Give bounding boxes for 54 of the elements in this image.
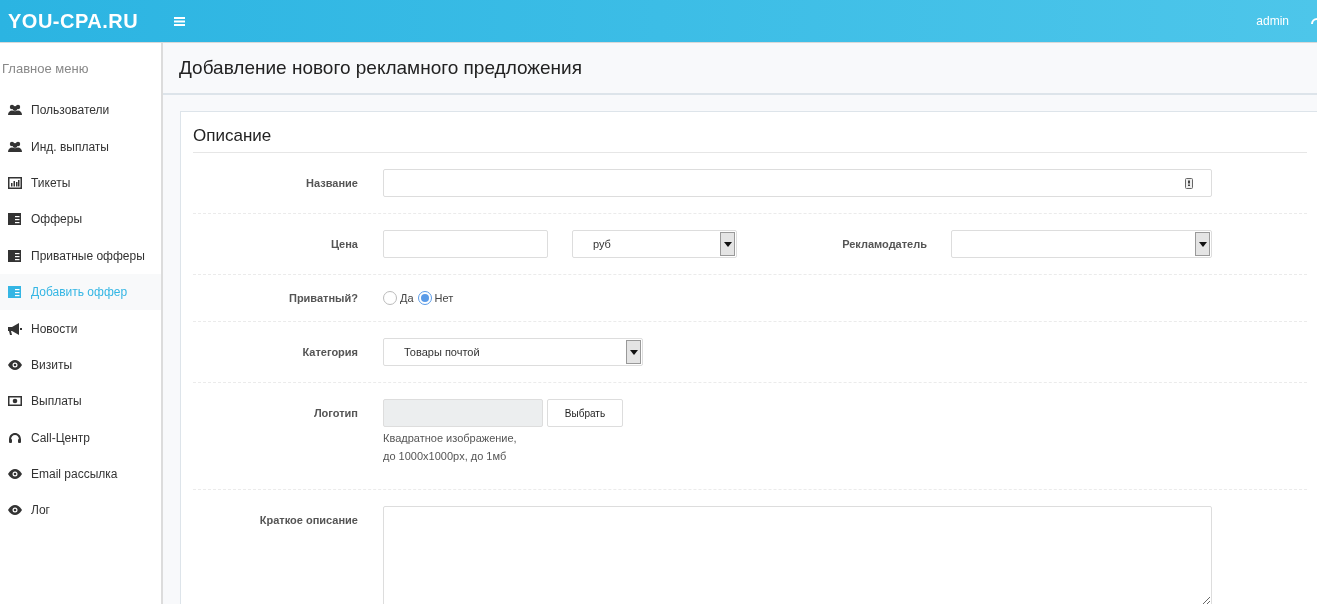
radio-option[interactable]: Нет (417, 291, 454, 305)
sidebar-item[interactable]: Email рассылка (0, 455, 161, 493)
radio-button[interactable] (417, 291, 432, 305)
eye-icon (8, 504, 22, 517)
sidebar-item[interactable]: Тикеты (0, 164, 161, 202)
field-label: Логотип (312, 407, 358, 419)
sidebar-heading: Главное меню (1, 60, 90, 78)
field-label: Название (305, 177, 358, 189)
radio-label: Нет (434, 292, 454, 304)
page-title: Добавление нового рекламного предложения (163, 43, 1317, 95)
list-icon (8, 213, 22, 226)
list-icon (8, 286, 22, 299)
field-label: Краткое описание (258, 514, 358, 526)
caret-icon[interactable] (1195, 232, 1210, 256)
sidebar-item[interactable]: Приватные офферы (0, 237, 161, 274)
list-icon (8, 249, 22, 262)
megaphone-icon (8, 322, 22, 335)
eye-icon (8, 358, 22, 371)
sidebar-item[interactable]: Пользователи (0, 92, 161, 129)
currency-select[interactable]: руб (572, 230, 737, 258)
radio-button[interactable] (383, 291, 397, 305)
field-label: Категория (301, 346, 358, 358)
choose-button[interactable]: Выбрать (547, 399, 623, 427)
hint-text: до 1000x1000px, до 1мб (383, 449, 508, 464)
caret-icon[interactable] (720, 232, 735, 256)
section-title: Описание (193, 126, 1307, 153)
description-textarea[interactable] (383, 506, 1212, 604)
sidebar-item[interactable]: Выплаты (0, 383, 161, 420)
field-label: Рекламодатель (841, 238, 927, 250)
contact-card-icon (1185, 177, 1193, 189)
sidebar-item[interactable]: Визиты (0, 346, 161, 384)
name-input[interactable] (383, 169, 1212, 197)
hint-text: Квадратное изображение, (383, 431, 518, 446)
category-select[interactable]: Товары почтой (383, 338, 643, 366)
radio-label: Да (400, 292, 414, 304)
sidebar-item[interactable]: Офферы (0, 201, 161, 238)
caret-icon[interactable] (626, 340, 641, 364)
bar-chart-icon (8, 176, 22, 189)
field-label: Цена (329, 238, 358, 250)
eye-icon (8, 468, 22, 481)
sidebar-item[interactable]: Call-Центр (0, 419, 161, 456)
users-icon (8, 104, 22, 117)
sidebar-item[interactable]: Лог (0, 492, 161, 529)
headset-icon (8, 431, 22, 444)
file-path-field[interactable] (383, 399, 543, 427)
sidebar-item[interactable]: Инд. выплаты (0, 128, 161, 165)
menu-icon[interactable] (174, 16, 185, 26)
banknote-icon (8, 395, 22, 408)
field-label: Приватный? (287, 292, 358, 304)
sidebar-item[interactable]: Новости (0, 310, 161, 347)
refresh-icon[interactable] (1309, 16, 1317, 26)
users-icon (8, 140, 22, 153)
price-input[interactable] (383, 230, 548, 258)
radio-option[interactable]: Да (383, 291, 414, 305)
